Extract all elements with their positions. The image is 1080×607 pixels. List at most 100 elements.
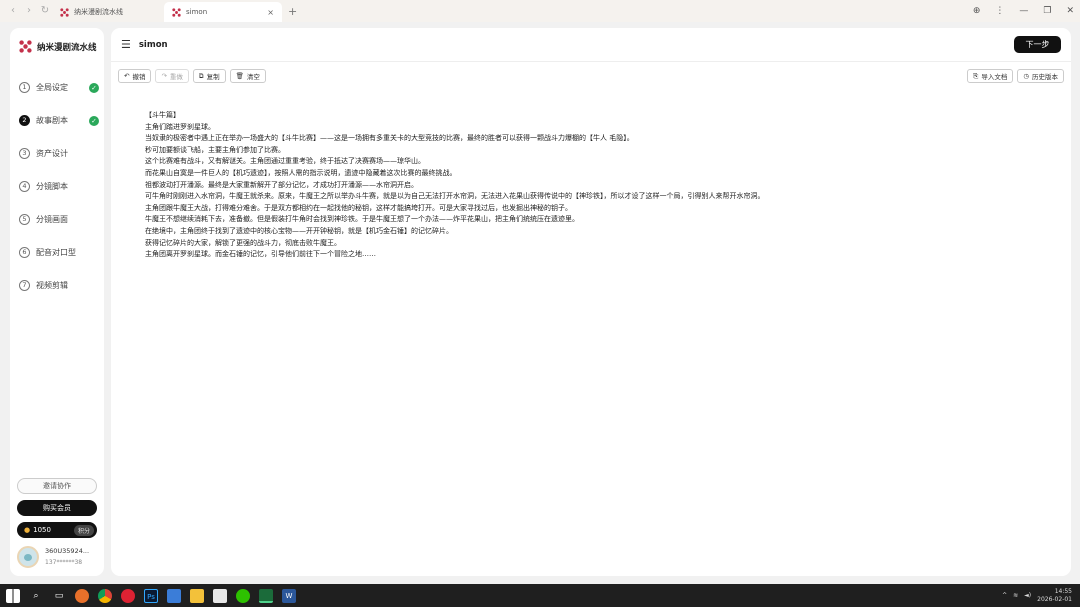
brand-title: 纳米漫剧流水线 (37, 42, 97, 53)
task-view-icon[interactable]: ▭ (52, 589, 66, 603)
system-tray: ^ ≋ ◄) 14:55 2026-02-01 (1002, 584, 1072, 607)
buy-label: 购买会员 (43, 504, 71, 512)
import-doc-button[interactable]: ⎘ 导入文档 (967, 69, 1014, 83)
sidebar-footer: 邀请协作 购买会员 ● 1050 积分 360U35924... 137*****… (17, 478, 97, 568)
step-label: 资产设计 (36, 149, 68, 158)
clock-time: 14:55 (1054, 587, 1072, 595)
firefox-icon[interactable] (75, 588, 89, 603)
story-line: 祖都波动打开潘源。最终是大家重新解开了部分记忆，才成功打开潘源——水帘洞开启。 (145, 180, 418, 189)
window-controls: ⊕ ⋮ — ❐ ✕ (973, 0, 1074, 22)
terminal-icon[interactable] (259, 588, 273, 603)
step-number: 1 (19, 82, 30, 93)
copy-label: 复制 (206, 73, 220, 81)
invite-collab-button[interactable]: 邀请协作 (17, 478, 97, 494)
app-blue-icon[interactable] (167, 588, 181, 603)
photoshop-icon[interactable]: Ps (144, 588, 158, 603)
next-step-button[interactable]: 下一步 (1014, 36, 1061, 53)
redo-button[interactable]: ↷ 重做 (155, 69, 189, 83)
more-icon[interactable]: ⋮ (995, 6, 1004, 16)
clock[interactable]: 14:55 2026-02-01 (1037, 588, 1072, 604)
main-panel: ☰ simon 下一步 ↶ 撤销 ↷ 重做 ⧉ 复制 🗑 清空 ⎘ 导入文档 ◷ 历史版本 … (111, 28, 1071, 576)
story-line: 而花果山自寞是一件巨人的【机巧遗迹】，按照人需的指示说明，遗迹中隐藏着这次比赛的… (145, 168, 457, 177)
sidebar-step-dubbing-lipsync[interactable]: 6 配音对口型 (19, 236, 99, 269)
step-list: 1 全局设定 ✓ 2 故事剧本 ✓ 3 资产设计 4 分镜脚本 5 分镜画面 6… (19, 71, 99, 302)
avatar (17, 546, 39, 568)
notepad-icon[interactable] (213, 588, 227, 603)
chrome-icon[interactable] (98, 588, 112, 603)
clock-icon: ◷ (1023, 72, 1029, 80)
clock-date: 2026-02-01 (1037, 595, 1072, 603)
story-line: 在绝境中，主角团终于找到了遗迹中的核心宝物——开开钟秘钥，就是【机巧金石锤】的记… (145, 226, 453, 235)
buy-membership-button[interactable]: 购买会员 (17, 500, 97, 516)
step-label: 分镜脚本 (36, 182, 68, 191)
history-label: 历史版本 (1032, 73, 1058, 81)
step-number: 7 (19, 280, 30, 291)
undo-icon: ↶ (124, 72, 130, 80)
check-icon: ✓ (89, 115, 99, 126)
redo-label: 重做 (169, 73, 183, 81)
back-icon[interactable]: ‹ (8, 0, 18, 22)
browser-tab-simon[interactable]: simon × (164, 2, 282, 22)
credits-value: 1050 (33, 526, 51, 534)
word-icon[interactable]: W (282, 588, 296, 603)
story-line: 【斗牛篇】 (145, 111, 180, 119)
brand: 纳米漫剧流水线 (10, 28, 104, 53)
import-label: 导入文档 (981, 73, 1008, 81)
sound-icon[interactable]: ◄) (1024, 592, 1031, 599)
restore-icon[interactable]: ❐ (1043, 6, 1051, 16)
undo-button[interactable]: ↶ 撤销 (118, 69, 152, 83)
story-editor[interactable]: 【斗牛篇】 主角们踏进罗刹星球。 当奴隶的极密者中遇上正在举办一场盛大的【斗牛比… (145, 110, 925, 261)
story-line: 主角团跟牛魔王大战，打得难分难舍。于是双方都相约在一起找他的秘钥，这样才能搞垮打… (145, 203, 572, 212)
windows-icon[interactable] (6, 588, 20, 603)
os-taskbar: ⌕ ▭ Ps W ^ ≋ ◄) 14:55 2026-02-01 (0, 584, 1080, 607)
wifi-icon[interactable]: ≋ (1013, 592, 1018, 599)
close-icon[interactable]: × (267, 8, 274, 17)
brand-logo-icon (60, 7, 69, 17)
menu-icon[interactable]: ☰ (121, 38, 131, 51)
step-number: 4 (19, 181, 30, 192)
minimize-icon[interactable]: — (1019, 6, 1028, 16)
sidebar-step-storyboard-script[interactable]: 4 分镜脚本 (19, 170, 99, 203)
clear-label: 清空 (246, 73, 260, 81)
story-line: 主角们踏进罗刹星球。 (145, 122, 215, 131)
story-line: 主角团离开罗刹星球。而金石锤的记忆，引导他们前往下一个冒险之地…… (145, 250, 376, 259)
browser-tab-pipeline[interactable]: 纳米漫剧流水线 (52, 2, 164, 22)
step-label: 分镜画面 (36, 215, 68, 224)
globe-icon[interactable]: ⊕ (973, 6, 981, 16)
app-red-icon[interactable] (121, 588, 135, 603)
history-button[interactable]: ◷ 历史版本 (1017, 69, 1064, 83)
credits-tag: 积分 (73, 524, 94, 536)
new-tab-icon[interactable]: + (288, 5, 297, 18)
close-window-icon[interactable]: ✕ (1066, 6, 1074, 16)
sidebar: 纳米漫剧流水线 1 全局设定 ✓ 2 故事剧本 ✓ 3 资产设计 4 分镜脚本 … (10, 28, 104, 576)
tab-title: simon (186, 8, 208, 16)
step-label: 全局设定 (36, 83, 68, 92)
trash-icon: 🗑 (235, 72, 244, 80)
sidebar-step-story-script[interactable]: 2 故事剧本 ✓ (19, 104, 99, 137)
credits-badge[interactable]: ● 1050 积分 (17, 522, 97, 538)
step-label: 故事剧本 (36, 116, 68, 125)
step-number: 6 (19, 247, 30, 258)
story-line: 当奴隶的极密者中遇上正在举办一场盛大的【斗牛比赛】——这是一场拥有多重关卡的大型… (145, 134, 634, 143)
user-phone: 137******38 (45, 559, 83, 566)
story-line: 秒可加要额谈飞船，主要主角们参加了比赛。 (145, 145, 285, 154)
sidebar-step-asset-design[interactable]: 3 资产设计 (19, 137, 99, 170)
reload-icon[interactable]: ↻ (40, 0, 50, 22)
sidebar-step-global-settings[interactable]: 1 全局设定 ✓ (19, 71, 99, 104)
user-profile[interactable]: 360U35924... 137******38 (17, 546, 97, 568)
search-icon[interactable]: ⌕ (29, 589, 43, 603)
copy-button[interactable]: ⧉ 复制 (192, 69, 226, 83)
step-label: 视频剪辑 (36, 281, 68, 290)
tab-title: 纳米漫剧流水线 (74, 8, 123, 16)
brand-logo-icon (172, 7, 181, 17)
story-line: 牛魔王不想继续消耗下去，准备撤。但是假装打牛角时会找到神珍铁。于是牛魔王想了一个… (145, 215, 579, 224)
sidebar-step-storyboard-frames[interactable]: 5 分镜画面 (19, 203, 99, 236)
clear-button[interactable]: 🗑 清空 (229, 69, 266, 83)
forward-icon[interactable]: › (24, 0, 34, 22)
redo-icon: ↷ (161, 72, 167, 80)
wechat-icon[interactable] (236, 588, 250, 603)
user-name: 360U35924... (45, 547, 90, 555)
sidebar-step-video-editing[interactable]: 7 视频剪辑 (19, 269, 99, 302)
file-explorer-icon[interactable] (190, 588, 204, 603)
tray-arrow-icon[interactable]: ^ (1002, 592, 1007, 599)
